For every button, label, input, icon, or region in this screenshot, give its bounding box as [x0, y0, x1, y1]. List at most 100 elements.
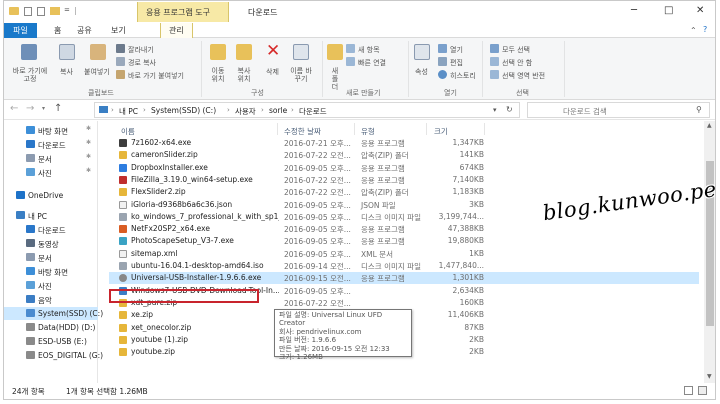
file-row[interactable]: sitemap.xml 2016-09-05 오후... XML 문서 1KB [109, 248, 699, 260]
file-size: 1KB [469, 248, 484, 258]
delete-button[interactable]: 삭제 [266, 67, 279, 77]
invert-selection-button[interactable]: 선택 영역 반전 [502, 71, 545, 81]
column-divider[interactable] [426, 123, 427, 135]
tab-view[interactable]: 보기 [111, 25, 126, 36]
tab-file[interactable]: 파일 [4, 23, 37, 38]
tab-share[interactable]: 공유 [77, 25, 92, 36]
select-none-button[interactable]: 선택 안 함 [502, 58, 532, 68]
nav-item-desktop-pinned[interactable]: 바탕 화면 ✱ [4, 124, 98, 137]
file-row[interactable]: PhotoScapeSetup_V3-7.exe 2016-09-05 오후...… [109, 235, 699, 247]
move-to-button[interactable]: 이동 위치 [208, 67, 228, 83]
maximize-button[interactable]: □ [664, 5, 673, 16]
file-row[interactable]: ubuntu-16.04.1-desktop-amd64.iso 2016-09-… [109, 260, 699, 272]
file-row[interactable]: cameronSlider.zip 2016-07-22 오전... 압축(ZIP)… [109, 149, 699, 161]
vertical-scrollbar[interactable]: ▲ ▼ [704, 121, 715, 383]
file-date: 2016-09-05 오후... [284, 225, 351, 235]
history-button[interactable]: 히스토리 [450, 71, 476, 81]
customize-quick-access-icon[interactable]: = [64, 6, 70, 14]
new-folder-button[interactable]: 새 폴더 [329, 67, 341, 91]
new-item-button[interactable]: 새 항목 [358, 45, 380, 55]
breadcrumb-drive[interactable]: System(SSD) (C:) [151, 106, 216, 115]
nav-item-documents-pinned[interactable]: 문서 ✱ [4, 152, 98, 165]
select-all-button[interactable]: 모두 선택 [502, 45, 530, 55]
rename-button[interactable]: 이름 바꾸기 [289, 67, 313, 83]
back-arrow-icon[interactable]: ← [10, 103, 18, 114]
easy-access-button[interactable]: 빠른 연결 [358, 58, 386, 68]
nav-item-onedrive[interactable]: OneDrive [4, 189, 98, 202]
nav-item-music[interactable]: 음악 [4, 293, 98, 306]
scroll-down-icon[interactable]: ▼ [707, 373, 712, 380]
pin-to-quick-access-button[interactable]: 바로 가기에 고정 [10, 67, 50, 83]
nav-item-label: 다운로드 [38, 141, 66, 150]
nav-item-downloads-pinned[interactable]: 다운로드 ✱ [4, 138, 98, 151]
breadcrumb-pc[interactable]: 내 PC [119, 106, 138, 117]
paste-shortcut-button[interactable]: 바로 가기 붙여넣기 [128, 71, 184, 81]
new-folder-quick-icon[interactable] [50, 7, 60, 15]
file-row[interactable]: 7z1602-x64.exe 2016-07-21 오후... 응용 프로그램 1,3… [109, 137, 699, 149]
breadcrumb-user[interactable]: sorle [269, 106, 287, 115]
large-icons-view-icon[interactable] [698, 386, 707, 395]
breadcrumb-downloads[interactable]: 다운로드 [299, 106, 327, 117]
edit-button[interactable]: 편집 [450, 58, 463, 68]
copy-to-button[interactable]: 복사 위치 [234, 67, 254, 83]
nav-item-pictures[interactable]: 사진 [4, 279, 98, 292]
refresh-icon[interactable]: ↻ [506, 105, 513, 114]
properties-button[interactable]: 속성 [415, 67, 428, 77]
column-divider[interactable] [484, 123, 485, 135]
nav-item-desktop[interactable]: 바탕 화면 [4, 265, 98, 278]
column-header-size[interactable]: 크기 [434, 126, 448, 137]
search-box[interactable]: 다운로드 검색 ⚲ [527, 102, 710, 118]
column-divider[interactable] [277, 123, 278, 135]
paste-icon [90, 44, 106, 60]
crumb-separator: › [227, 106, 230, 114]
copy-path-button[interactable]: 경로 복사 [128, 58, 156, 68]
ribbon-expand-icon[interactable]: ⌃ [690, 26, 697, 35]
title-separator: | [74, 6, 77, 15]
checkbox-quick-icon[interactable] [37, 7, 45, 16]
breadcrumb-users[interactable]: 사용자 [235, 106, 256, 117]
nav-item-system-drive[interactable]: System(SSD) (C:) [4, 307, 103, 320]
nav-item-sd-drive[interactable]: EOS_DIGITAL (G:) [4, 349, 103, 362]
file-row[interactable]: DropboxInstaller.exe 2016-09-05 오후... 응용 프… [109, 162, 699, 174]
nav-item-label: 문서 [38, 155, 52, 164]
nav-item-downloads[interactable]: 다운로드 [4, 223, 98, 236]
column-header-type[interactable]: 유형 [361, 126, 375, 137]
tab-manage[interactable]: 관리 [160, 23, 193, 38]
nav-item-documents[interactable]: 문서 [4, 251, 98, 264]
file-row[interactable]: NetFx20SP2_x64.exe 2016-09-05 오후... 응용 프로그… [109, 223, 699, 235]
file-name: sitemap.xml [131, 248, 178, 258]
cut-button[interactable]: 잘라내기 [128, 45, 154, 55]
address-dropdown-icon[interactable]: ▾ [493, 106, 497, 114]
pictures-icon [26, 168, 35, 176]
file-name: youtube.zip [131, 347, 176, 357]
file-size: 7,140KB [452, 174, 484, 184]
file-icon [119, 200, 127, 209]
nav-item-usb-drive[interactable]: ESD-USB (E:) [4, 335, 98, 348]
copy-icon [59, 44, 75, 60]
recent-locations-icon[interactable]: ▾ [42, 105, 45, 112]
open-button[interactable]: 열기 [450, 45, 463, 55]
paste-button[interactable]: 붙여넣기 [84, 67, 110, 77]
copy-button[interactable]: 복사 [60, 67, 73, 77]
column-header-name[interactable]: 이름 [121, 126, 135, 137]
up-arrow-icon[interactable]: ↑ [54, 103, 62, 114]
address-bar[interactable]: › 내 PC › System(SSD) (C:) › 사용자 › sorle … [94, 102, 520, 118]
tab-home[interactable]: 홈 [54, 25, 61, 36]
help-icon[interactable]: ? [703, 25, 707, 34]
file-row[interactable]: Universal-USB-Installer-1.9.6.6.exe 2016-… [109, 272, 699, 284]
column-divider[interactable] [354, 123, 355, 135]
file-row[interactable]: FileZilla_3.19.0_win64-setup.exe 2016-07-… [109, 174, 699, 186]
scroll-up-icon[interactable]: ▲ [707, 122, 712, 129]
nav-item-videos[interactable]: 동영상 [4, 237, 98, 250]
close-button[interactable]: ✕ [696, 5, 704, 16]
details-view-icon[interactable] [684, 386, 693, 395]
search-input[interactable]: 다운로드 검색 [563, 106, 607, 117]
nav-item-pictures-pinned[interactable]: 사진 ✱ [4, 166, 98, 179]
properties-quick-icon[interactable] [24, 7, 32, 16]
nav-item-data-drive[interactable]: Data(HDD) (D:) [4, 321, 98, 334]
column-header-date[interactable]: 수정한 날짜 [284, 126, 321, 137]
file-icon [119, 151, 127, 160]
forward-arrow-icon[interactable]: → [26, 103, 34, 114]
minimize-button[interactable]: ─ [631, 5, 637, 16]
nav-item-this-pc[interactable]: 내 PC [4, 209, 98, 222]
